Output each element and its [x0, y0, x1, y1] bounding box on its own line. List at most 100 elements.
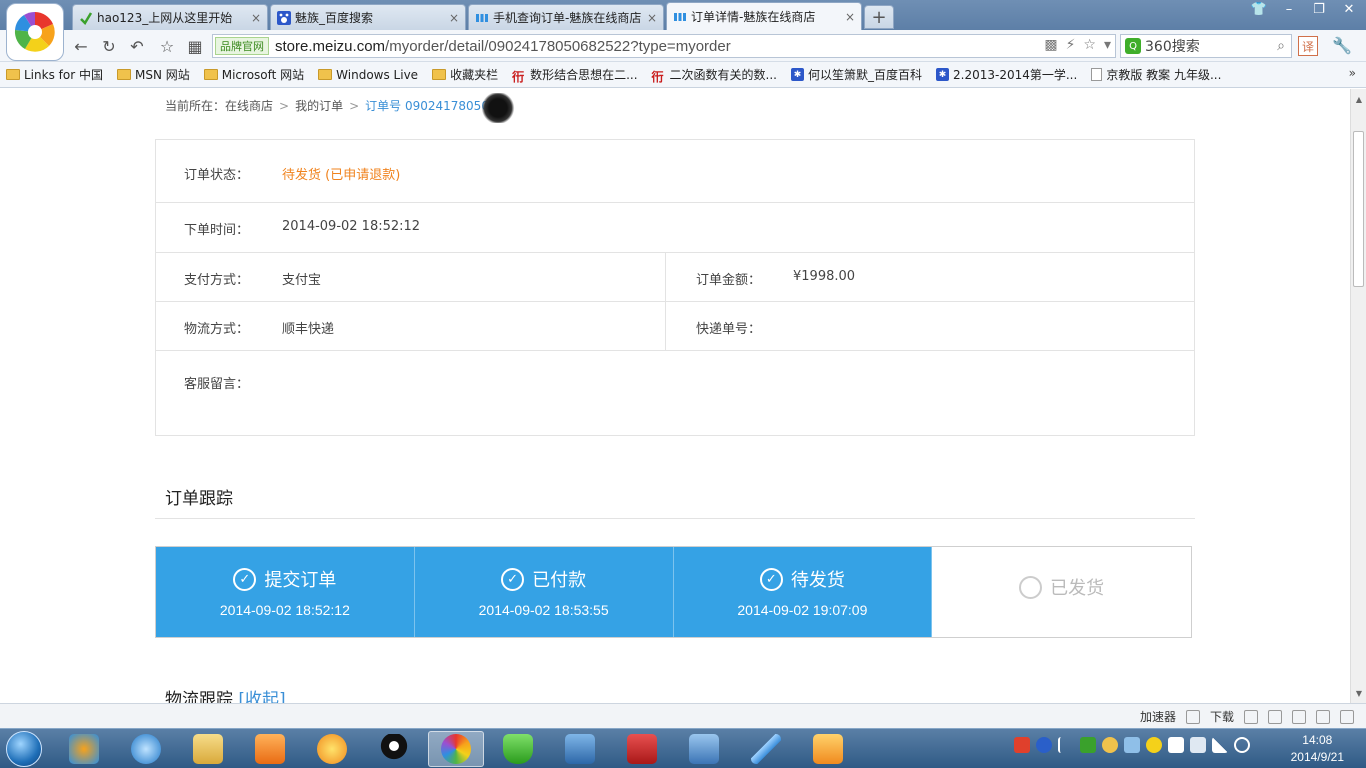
game-icon	[627, 734, 657, 764]
tray-expand-icon[interactable]	[1058, 737, 1074, 753]
taskbar-app[interactable]	[552, 731, 608, 767]
close-icon[interactable]: ×	[845, 10, 855, 24]
taskbar-app[interactable]	[800, 731, 856, 767]
step-shipped: 已发货	[932, 547, 1191, 637]
baidu-paw-icon	[277, 10, 291, 25]
tab-hao123[interactable]: hao123_上网从这里开始 ×	[72, 4, 268, 30]
tab-title: hao123_上网从这里开始	[97, 11, 233, 25]
refresh-icon[interactable]: ↻	[98, 35, 120, 57]
system-tray	[1014, 737, 1250, 753]
download-button[interactable]: 下载	[1210, 708, 1234, 725]
taskbar-app[interactable]	[180, 731, 236, 767]
undo-icon[interactable]: ↶	[126, 35, 148, 57]
plus-tray-icon[interactable]	[1146, 737, 1162, 753]
taskbar-app-browser[interactable]	[428, 731, 484, 767]
close-icon[interactable]: ×	[449, 11, 459, 25]
translate-icon[interactable]: 译	[1298, 36, 1318, 56]
bookmark-item[interactable]: Windows Live	[318, 68, 418, 82]
trash-icon[interactable]	[1268, 709, 1282, 724]
bookmark-item[interactable]: 京教版 教案 九年级...	[1091, 66, 1221, 83]
dropdown-icon[interactable]: ▾	[1104, 37, 1111, 53]
close-icon[interactable]: ×	[251, 11, 261, 25]
scroll-down-icon[interactable]: ▼	[1351, 685, 1366, 701]
taskbar-app[interactable]	[738, 731, 794, 767]
device-tray-icon[interactable]	[1190, 737, 1206, 753]
zoom-icon[interactable]	[1340, 709, 1354, 724]
step-label: 已发货	[1050, 578, 1105, 599]
breadcrumb-store[interactable]: 当前所在：在线商店	[165, 99, 273, 113]
start-button[interactable]	[6, 731, 42, 767]
bookmark-item[interactable]: ✱ 2.2013-2014第一学...	[936, 66, 1077, 83]
bookmark-item[interactable]: 衎数形结合思想在二...	[512, 66, 637, 84]
network-manager-icon[interactable]	[1124, 737, 1140, 753]
scroll-up-icon[interactable]: ▲	[1351, 91, 1366, 107]
bookmark-item[interactable]: MSN 网站	[116, 66, 190, 83]
address-bar[interactable]: 品牌官网 store.meizu.com/myorder/detail/0902…	[212, 34, 1116, 58]
page-viewport: 当前所在：在线商店 > 我的订单 > 订单号 0902417805068 订单状态： 待…	[0, 89, 1350, 703]
navigation-bar: ← ↻ ↶ ☆ ▦ 品牌官网 store.meizu.com/myorder/d…	[0, 30, 1366, 62]
bookmark-item[interactable]: Microsoft 网站	[203, 66, 304, 83]
order-status-label: 订单状态：	[184, 168, 250, 183]
tab-baidu[interactable]: 魅族_百度搜索 ×	[270, 4, 466, 30]
tab-title: 手机查询订单-魅族在线商店	[493, 11, 642, 25]
apps-grid-icon[interactable]: ▦	[184, 35, 206, 57]
qr-code-icon[interactable]: ▩	[1044, 37, 1057, 53]
search-icon[interactable]: ⌕	[1277, 38, 1285, 54]
scroll-thumb[interactable]	[1353, 131, 1364, 287]
close-window-button[interactable]: ✕	[1338, 2, 1360, 17]
bookmark-item[interactable]: 收藏夹栏	[432, 66, 498, 83]
collapse-link[interactable]: [收起]	[238, 690, 285, 703]
bookmark-item[interactable]: 衎二次函数有关的数...	[652, 66, 777, 84]
tools-wrench-icon[interactable]: 🔧	[1332, 36, 1352, 56]
taskbar-app[interactable]	[366, 731, 422, 767]
taskbar-app[interactable]	[118, 731, 174, 767]
search-box[interactable]: Q 360搜索 ⌕	[1120, 34, 1292, 58]
close-icon[interactable]: ×	[647, 11, 657, 25]
breadcrumb-separator: >	[349, 99, 360, 113]
accelerator-button[interactable]: 加速器	[1140, 708, 1176, 725]
chat-tray-icon[interactable]	[1102, 737, 1118, 753]
shield-tray-icon[interactable]	[1080, 737, 1096, 753]
taskbar-app[interactable]	[614, 731, 670, 767]
volume-icon[interactable]	[1234, 737, 1250, 753]
lightning-icon[interactable]: ⚡	[1066, 37, 1076, 53]
favorite-star-icon[interactable]: ☆	[1083, 37, 1096, 53]
taskbar-app[interactable]	[56, 731, 112, 767]
flag-tray-icon[interactable]	[1168, 737, 1184, 753]
tab-order-detail[interactable]: 订单详情-魅族在线商店 ×	[666, 2, 862, 30]
signal-icon[interactable]	[1212, 737, 1228, 753]
tab-order-query[interactable]: 手机查询订单-魅族在线商店 ×	[468, 4, 664, 30]
taskbar-app[interactable]	[304, 731, 360, 767]
browser-logo-icon[interactable]	[6, 3, 64, 61]
taskbar-app[interactable]	[242, 731, 298, 767]
shipping-method-label: 物流方式：	[184, 322, 250, 337]
vertical-scrollbar[interactable]: ▲ ▼	[1350, 89, 1366, 703]
breadcrumb-my-orders[interactable]: 我的订单	[295, 99, 343, 113]
bookmarks-more-icon[interactable]: »	[1349, 66, 1356, 80]
star-icon[interactable]: ☆	[156, 35, 178, 57]
system-clock[interactable]: 14:08 2014/9/21	[1291, 732, 1344, 766]
check-circle-icon: ✓	[759, 567, 783, 591]
search-engine-icon[interactable]: Q	[1125, 38, 1141, 54]
url-text[interactable]: store.meizu.com/myorder/detail/090241780…	[275, 38, 731, 55]
window-icon[interactable]	[1316, 709, 1330, 724]
help-icon[interactable]	[1036, 737, 1052, 753]
download-icon[interactable]	[1185, 709, 1200, 724]
back-icon[interactable]: ←	[70, 35, 92, 57]
bookmark-item[interactable]: Links for 中国	[6, 66, 103, 83]
sound-icon[interactable]	[1292, 709, 1306, 724]
bookmark-label: 何以笙箫默_百度百科	[807, 68, 922, 82]
folder-icon	[6, 69, 20, 80]
chat-app-icon	[317, 734, 347, 764]
folder-icon	[432, 69, 447, 80]
new-tab-button[interactable]: +	[864, 5, 894, 29]
payment-method-label: 支付方式：	[184, 273, 250, 288]
bookmark-item[interactable]: ✱ 何以笙箫默_百度百科	[790, 66, 922, 83]
restore-button[interactable]: ❐	[1308, 2, 1330, 17]
taskbar-app[interactable]	[676, 731, 732, 767]
minimize-button[interactable]: –	[1278, 2, 1300, 17]
taskbar-app[interactable]	[490, 731, 546, 767]
skin-icon[interactable]: 👕	[1248, 2, 1270, 17]
sogou-icon[interactable]	[1014, 737, 1030, 753]
screenshot-icon[interactable]	[1244, 709, 1258, 724]
